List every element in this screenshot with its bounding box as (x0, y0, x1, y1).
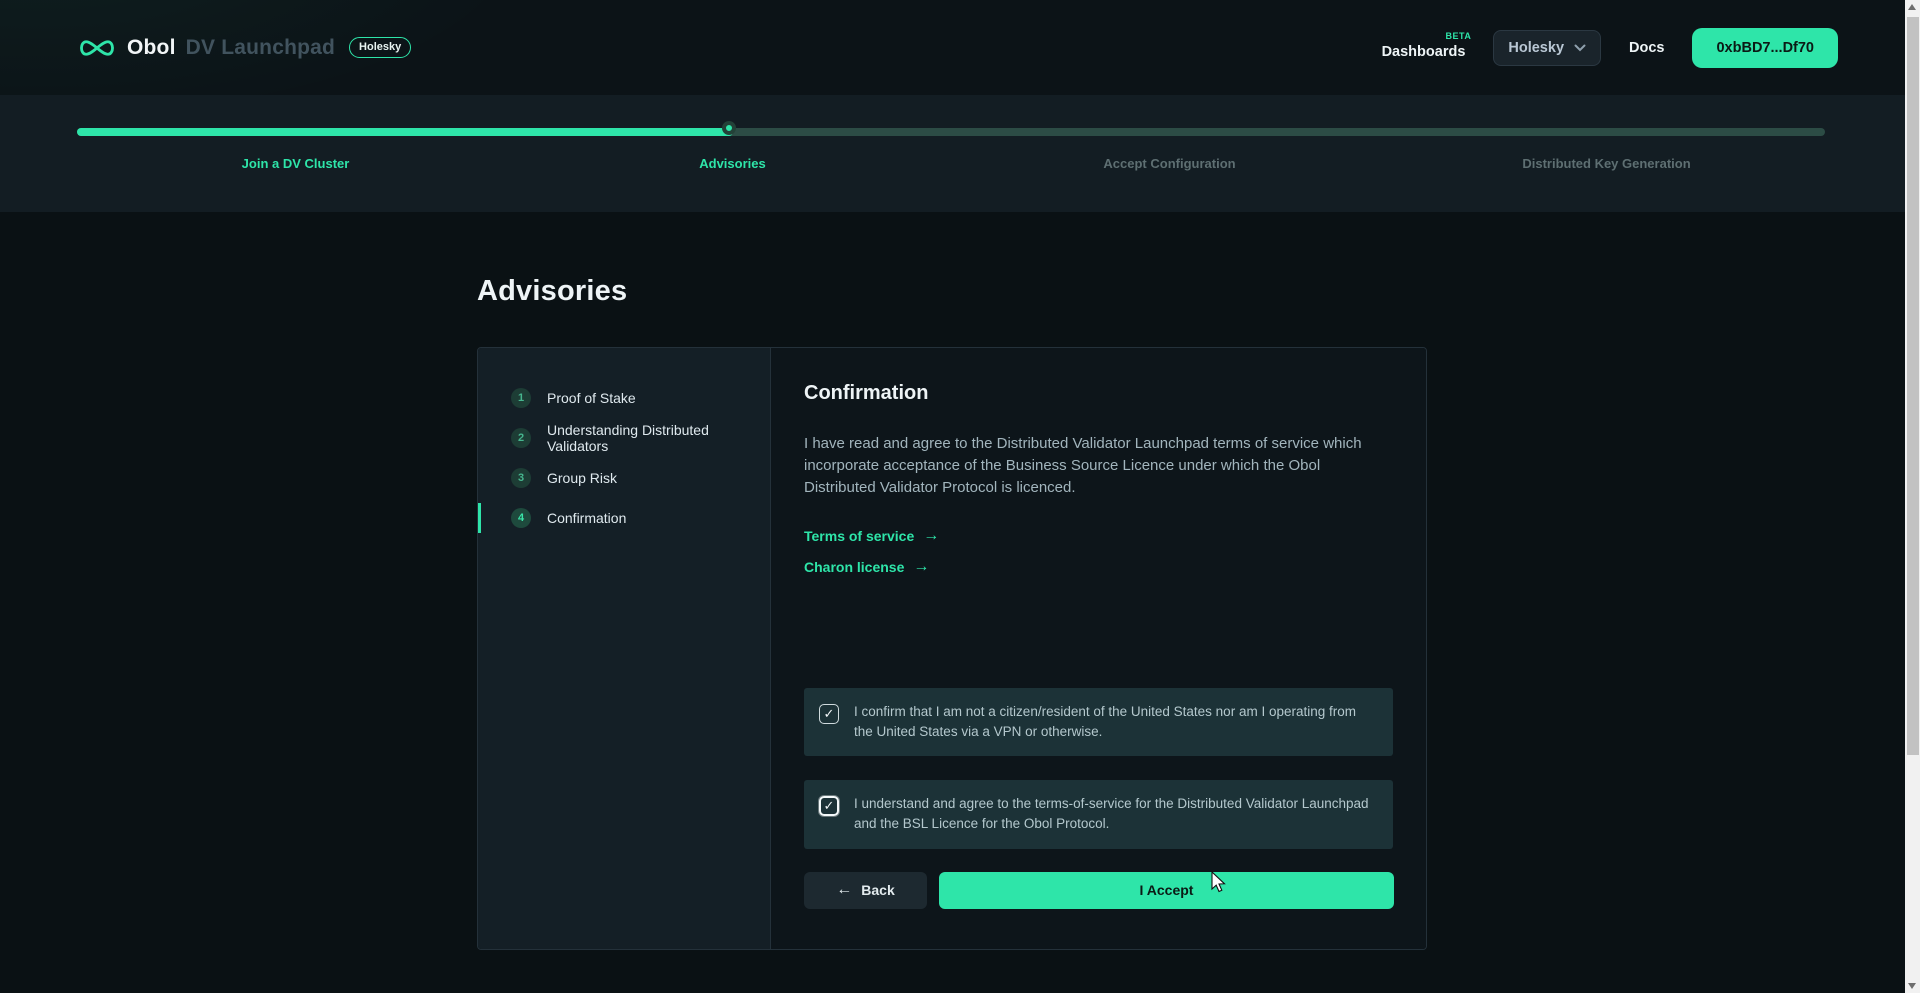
back-button[interactable]: ← Back (804, 872, 927, 909)
sidebar-item-confirmation[interactable]: 4 Confirmation (478, 498, 770, 538)
scrollbar-thumb[interactable] (1907, 17, 1919, 755)
step-distributed-key-generation: Distributed Key Generation (1388, 156, 1825, 171)
progress-fill (77, 128, 733, 136)
network-select-dropdown[interactable]: Holesky (1493, 30, 1601, 66)
progress-bar-zone: Join a DV Cluster Advisories Accept Conf… (77, 95, 1825, 212)
confirmation-heading: Confirmation (804, 382, 1394, 405)
brand-product-text: DV Launchpad (186, 36, 335, 60)
sidebar-item-understanding-distributed-validators[interactable]: 2 Understanding Distributed Validators (478, 418, 770, 458)
sidebar-item-label: Proof of Stake (547, 390, 636, 406)
terms-agreement-checkbox-row[interactable]: ✓ I understand and agree to the terms-of… (804, 780, 1393, 849)
wallet-address-button[interactable]: 0xbBD7...Df70 (1692, 28, 1838, 68)
step-labels: Join a DV Cluster Advisories Accept Conf… (77, 156, 1825, 171)
terms-of-service-link[interactable]: Terms of service → (804, 527, 939, 545)
progress-current-dot (722, 121, 736, 135)
step-number-badge: 4 (511, 508, 531, 528)
checkbox-checked[interactable]: ✓ (819, 704, 839, 724)
step-advisories: Advisories (514, 156, 951, 171)
top-navbar: Obol DV Launchpad Holesky BETA Dashboard… (0, 0, 1920, 95)
advisory-steps-sidebar: 1 Proof of Stake 2 Understanding Distrib… (478, 348, 771, 949)
progress-stepper: Join a DV Cluster Advisories Accept Conf… (0, 95, 1920, 212)
sidebar-item-proof-of-stake[interactable]: 1 Proof of Stake (478, 378, 770, 418)
terms-agreement-label: I understand and agree to the terms-of-s… (854, 794, 1377, 835)
confirmation-body-text: I have read and agree to the Distributed… (804, 433, 1369, 500)
nav-docs-link[interactable]: Docs (1629, 40, 1664, 56)
network-select-value: Holesky (1508, 40, 1564, 56)
page-title: Advisories (477, 275, 627, 308)
chevron-down-icon (1574, 44, 1586, 52)
navbar-actions: BETA Dashboards Holesky Docs 0xbBD7...Df… (1382, 28, 1838, 68)
legal-links: Terms of service → Charon license → (804, 527, 1394, 576)
citizen-confirmation-label: I confirm that I am not a citizen/reside… (854, 702, 1377, 743)
sidebar-item-group-risk[interactable]: 3 Group Risk (478, 458, 770, 498)
arrow-left-icon: ← (836, 881, 852, 899)
back-button-label: Back (861, 882, 894, 898)
step-number-badge: 2 (511, 428, 531, 448)
dashboards-label: Dashboards (1382, 44, 1466, 60)
network-badge: Holesky (349, 37, 411, 58)
charon-license-label: Charon license (804, 559, 904, 575)
i-accept-button[interactable]: I Accept (939, 872, 1394, 909)
arrow-right-icon: → (923, 527, 939, 545)
confirmation-actions: ← Back I Accept (804, 872, 1394, 909)
sidebar-item-label: Understanding Distributed Validators (547, 422, 770, 454)
step-number-badge: 1 (511, 388, 531, 408)
brand-obol-text: Obol (127, 36, 176, 60)
sidebar-item-label: Group Risk (547, 470, 617, 486)
checkbox-checked-focused[interactable]: ✓ (819, 796, 839, 816)
obol-dv-launchpad-app: Obol DV Launchpad Holesky BETA Dashboard… (0, 0, 1920, 993)
citizen-confirmation-checkbox-row[interactable]: ✓ I confirm that I am not a citizen/resi… (804, 688, 1393, 757)
step-join-a-dv-cluster: Join a DV Cluster (77, 156, 514, 171)
checkmark-icon: ✓ (824, 706, 835, 722)
step-accept-configuration: Accept Configuration (951, 156, 1388, 171)
checkmark-icon: ✓ (824, 798, 835, 814)
nav-dashboards-link[interactable]: BETA Dashboards (1382, 35, 1466, 61)
charon-license-link[interactable]: Charon license → (804, 558, 929, 576)
vertical-scrollbar[interactable] (1905, 0, 1920, 993)
scrollbar-down-arrow-icon[interactable] (1908, 983, 1916, 989)
obol-infinity-logo-icon (77, 37, 117, 59)
sidebar-item-label: Confirmation (547, 510, 626, 526)
advisories-card: 1 Proof of Stake 2 Understanding Distrib… (477, 347, 1427, 950)
brand-home-link[interactable]: Obol DV Launchpad Holesky (77, 36, 411, 60)
beta-badge: BETA (1446, 31, 1472, 41)
scrollbar-up-arrow-icon[interactable] (1908, 4, 1916, 10)
arrow-right-icon: → (913, 558, 929, 576)
terms-of-service-label: Terms of service (804, 528, 914, 544)
confirmation-panel: Confirmation I have read and agree to th… (771, 348, 1426, 949)
step-number-badge: 3 (511, 468, 531, 488)
